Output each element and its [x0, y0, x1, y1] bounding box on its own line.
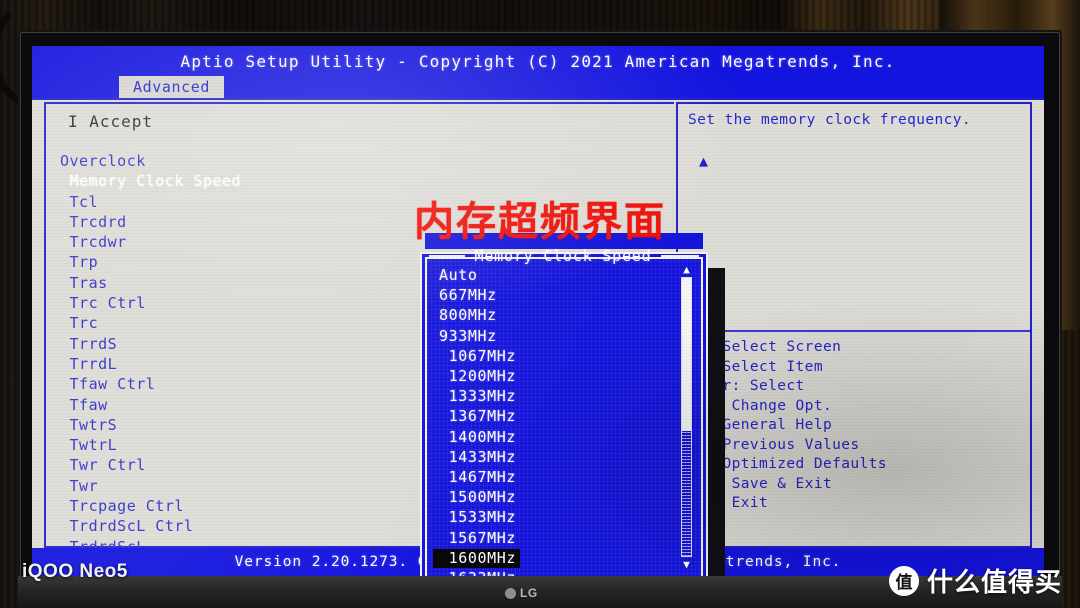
keyboard-legend-row: F2: Previous Values: [686, 436, 860, 453]
scrollbar-down-arrow-icon[interactable]: ▼: [680, 559, 693, 570]
popup-title: Memory Clock Speed: [425, 233, 703, 265]
popup-option[interactable]: 1200MHz: [433, 367, 516, 385]
scrollbar-thumb[interactable]: [682, 278, 691, 431]
red-annotation-text: 内存超频界面: [414, 199, 666, 245]
memory-clock-speed-popup: Memory Clock Speed Auto 667MHz 800MHz 933MH…: [420, 233, 708, 576]
lg-logo-text: LG: [520, 586, 538, 600]
popup-option[interactable]: 667MHz: [433, 286, 497, 304]
bios-title-text: Aptio Setup Utility - Copyright (C) 2021…: [180, 51, 896, 71]
keyboard-legend-row: F1: General Help: [686, 417, 833, 433]
scrollbar-track[interactable]: [681, 277, 692, 557]
bios-content-area: I Accept Overclock Memory Clock Speed Tc…: [32, 98, 1044, 576]
popup-option[interactable]: 800MHz: [433, 306, 497, 324]
brand-watermark: 值 什么值得买: [888, 562, 1062, 599]
scrollbar-up-arrow-icon[interactable]: ▲: [680, 264, 693, 275]
tab-advanced-label: Advanced: [133, 78, 211, 96]
setting-row[interactable]: Overclock: [60, 151, 660, 171]
popup-option[interactable]: 1367MHz: [433, 407, 516, 425]
popup-option-list: Auto 667MHz 800MHz 933MHz 1067MHz 1200MHz 1…: [433, 265, 669, 576]
help-divider: [682, 330, 1030, 332]
popup-title-rule-right: [661, 255, 700, 257]
lg-dot-icon: [505, 587, 516, 599]
popup-option[interactable]: 1567MHz: [433, 529, 516, 547]
popup-option[interactable]: 1600MHz: [433, 548, 521, 569]
tab-advanced[interactable]: Advanced: [119, 76, 225, 98]
popup-option[interactable]: 1067MHz: [433, 347, 516, 365]
popup-scrollbar[interactable]: ▲ ▼: [679, 264, 694, 570]
popup-option[interactable]: Auto: [433, 266, 478, 284]
popup-title-rule-left: [428, 255, 465, 257]
popup-option[interactable]: 1467MHz: [433, 468, 516, 486]
popup-option[interactable]: 1333MHz: [433, 387, 516, 405]
keyboard-legend-row: Enter: Select: [686, 378, 805, 394]
brand-mark-icon: 值: [888, 565, 919, 596]
popup-option[interactable]: 1500MHz: [433, 488, 516, 506]
bios-tab-strip: Advanced: [32, 76, 1044, 98]
keyboard-legend-row: +/-: Change Opt.: [686, 397, 833, 414]
popup-option[interactable]: 1400MHz: [433, 428, 516, 446]
keyboard-legend-row: F9: Optimized Defaults: [686, 456, 887, 472]
keyboard-legend-row: F10: Save & Exit: [686, 475, 833, 492]
keyboard-legend-row: →←: Select Screen: [686, 339, 842, 355]
screenshot-root: Aptio Setup Utility - Copyright (C) 2021…: [0, 0, 1080, 608]
help-panel: Set the memory clock frequency. →←: Sele…: [676, 102, 1032, 548]
accept-label: I Accept: [68, 112, 154, 131]
popup-option[interactable]: 933MHz: [433, 327, 497, 345]
keyboard-legend-row: ↑↓: Select Item: [686, 358, 823, 375]
keyboard-legend: →←: Select Screen ↑↓: Select Item Enter: S…: [686, 338, 1030, 514]
popup-option[interactable]: 1633MHz: [433, 569, 516, 576]
help-description: Set the memory clock frequency.: [688, 112, 972, 128]
keyboard-legend-row: ESC: Exit: [686, 495, 769, 511]
bios-screen: Aptio Setup Utility - Copyright (C) 2021…: [32, 46, 1044, 576]
popup-title-text: Memory Clock Speed: [474, 247, 652, 265]
popup-option[interactable]: 1533MHz: [433, 508, 516, 526]
scroll-up-caret-icon[interactable]: ▲: [699, 152, 708, 170]
bios-title-bar: Aptio Setup Utility - Copyright (C) 2021…: [32, 46, 1044, 76]
monitor-brand-logo: LG: [505, 586, 538, 600]
setting-row[interactable]: Memory Clock Speed: [60, 171, 660, 191]
phone-watermark: iQOO Neo5: [22, 561, 128, 582]
brand-watermark-text: 什么值得买: [926, 568, 1062, 598]
popup-inner: Memory Clock Speed Auto 667MHz 800MHz 933MH…: [425, 233, 703, 576]
popup-option[interactable]: 1433MHz: [433, 448, 516, 466]
